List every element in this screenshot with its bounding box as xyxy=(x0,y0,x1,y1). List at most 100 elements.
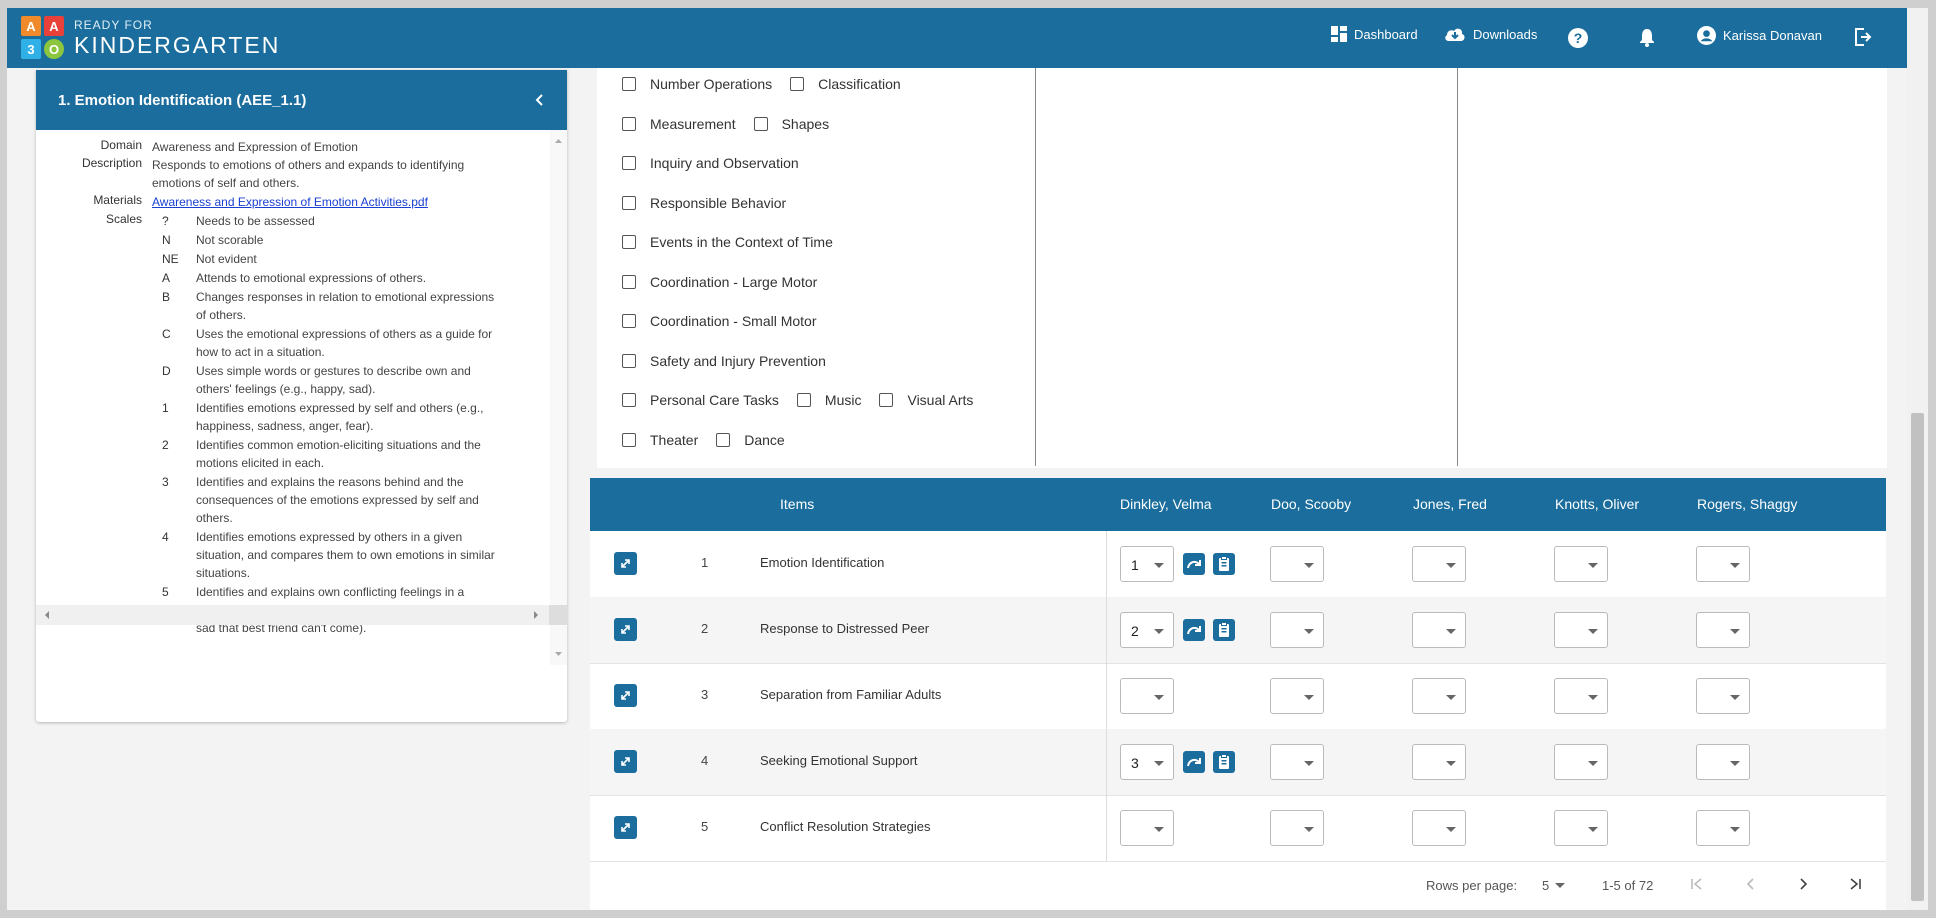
copy-score-button[interactable] xyxy=(1183,553,1205,575)
score-select[interactable] xyxy=(1554,678,1608,714)
filter-checkbox[interactable] xyxy=(622,235,636,249)
score-select[interactable] xyxy=(1270,744,1324,780)
filter-checkbox[interactable] xyxy=(879,393,894,407)
scale-description-line: Changes responses in relation to emotion… xyxy=(196,290,495,304)
filter-label[interactable]: Dance xyxy=(744,432,784,448)
page-scrollbar-thumb[interactable] xyxy=(1911,413,1924,901)
filter-label[interactable]: Events in the Context of Time xyxy=(650,234,833,250)
expand-item-button[interactable] xyxy=(614,816,637,839)
help-button[interactable]: ? xyxy=(1568,28,1595,48)
filter-checkbox[interactable] xyxy=(622,314,636,328)
expand-item-button[interactable] xyxy=(614,684,637,707)
student-column-header[interactable]: Knotts, Oliver xyxy=(1555,496,1639,512)
score-select[interactable] xyxy=(1554,546,1608,582)
score-select[interactable] xyxy=(1270,546,1324,582)
evidence-button[interactable] xyxy=(1213,619,1235,641)
student-column-header[interactable]: Jones, Fred xyxy=(1413,496,1487,512)
score-select[interactable] xyxy=(1696,678,1750,714)
notifications-button[interactable] xyxy=(1639,28,1662,47)
rows-per-page-select[interactable]: 5 xyxy=(1542,878,1566,893)
score-select[interactable]: 1 xyxy=(1120,546,1174,582)
score-select[interactable] xyxy=(1412,678,1466,714)
next-page-icon[interactable] xyxy=(1796,877,1810,891)
filter-label[interactable]: Safety and Injury Prevention xyxy=(650,353,826,369)
expand-item-button[interactable] xyxy=(614,552,637,575)
score-select[interactable]: 3 xyxy=(1120,744,1174,780)
scale-description-line: happiness, sadness, anger, fear). xyxy=(196,419,374,433)
score-select[interactable] xyxy=(1120,810,1174,846)
first-page-icon[interactable] xyxy=(1690,877,1704,891)
score-select[interactable] xyxy=(1120,678,1174,714)
scroll-left-icon[interactable] xyxy=(40,605,54,625)
assessment-table: Items Dinkley, Velma Doo, Scooby Jones, … xyxy=(590,478,1886,910)
score-select[interactable] xyxy=(1554,810,1608,846)
filter-checkbox[interactable] xyxy=(622,353,636,368)
caret-down-icon xyxy=(1446,695,1456,700)
score-select[interactable] xyxy=(1412,810,1466,846)
score-select[interactable] xyxy=(1696,810,1750,846)
user-menu[interactable]: Karissa Donavan xyxy=(1697,26,1822,45)
filter-checkbox[interactable] xyxy=(622,393,636,407)
copy-score-button[interactable] xyxy=(1183,751,1205,773)
student-column-header[interactable]: Dinkley, Velma xyxy=(1120,496,1212,512)
filter-label[interactable]: Measurement xyxy=(650,116,736,132)
previous-page-icon[interactable] xyxy=(1744,877,1758,891)
copy-score-button[interactable] xyxy=(1183,619,1205,641)
nav-dashboard[interactable]: Dashboard xyxy=(1331,26,1418,42)
filter-label[interactable]: Number Operations xyxy=(650,76,772,92)
filter-label[interactable]: Visual Arts xyxy=(907,392,973,408)
page-scrollbar[interactable] xyxy=(1907,8,1928,910)
student-column-header[interactable]: Rogers, Shaggy xyxy=(1697,496,1797,512)
filter-label[interactable]: Responsible Behavior xyxy=(650,195,786,211)
score-select[interactable] xyxy=(1270,678,1324,714)
filter-label[interactable]: Theater xyxy=(650,432,698,448)
score-select[interactable] xyxy=(1554,612,1608,648)
score-value: 3 xyxy=(1131,755,1139,771)
filter-checkbox[interactable] xyxy=(716,432,731,447)
app-logo[interactable]: A A 3 O READY FOR KINDERGARTEN xyxy=(21,16,280,59)
score-select[interactable]: 2 xyxy=(1120,612,1174,648)
score-select[interactable] xyxy=(1270,612,1324,648)
filter-label[interactable]: Shapes xyxy=(782,116,829,132)
score-select[interactable] xyxy=(1696,612,1750,648)
filter-label[interactable]: Personal Care Tasks xyxy=(650,392,779,408)
filter-checkbox[interactable] xyxy=(622,116,636,131)
filter-label[interactable]: Classification xyxy=(818,76,900,92)
score-select[interactable] xyxy=(1412,612,1466,648)
filter-checkbox[interactable] xyxy=(753,116,768,131)
evidence-button[interactable] xyxy=(1213,751,1235,773)
panel-horizontal-scrollbar[interactable] xyxy=(36,605,567,625)
score-select[interactable] xyxy=(1412,744,1466,780)
caret-down-icon xyxy=(1588,629,1598,634)
filter-checkbox[interactable] xyxy=(622,77,636,91)
materials-link[interactable]: Awareness and Expression of Emotion Acti… xyxy=(152,195,428,209)
score-select[interactable] xyxy=(1412,546,1466,582)
panel-vertical-scrollbar[interactable] xyxy=(550,130,567,665)
scroll-down-icon[interactable] xyxy=(550,647,567,661)
filter-label[interactable]: Inquiry and Observation xyxy=(650,155,799,171)
filter-label[interactable]: Coordination - Large Motor xyxy=(650,274,817,290)
expand-item-button[interactable] xyxy=(614,618,637,641)
nav-downloads[interactable]: Downloads xyxy=(1444,26,1537,42)
scroll-up-icon[interactable] xyxy=(550,134,567,148)
expand-item-button[interactable] xyxy=(614,750,637,773)
score-select[interactable] xyxy=(1554,744,1608,780)
student-column-header[interactable]: Doo, Scooby xyxy=(1271,496,1351,512)
chevron-left-icon[interactable] xyxy=(535,93,545,107)
clipboard-icon xyxy=(1219,754,1229,769)
score-select[interactable] xyxy=(1696,744,1750,780)
logout-button[interactable] xyxy=(1854,28,1879,46)
score-select[interactable] xyxy=(1696,546,1750,582)
filter-checkbox[interactable] xyxy=(796,393,811,407)
filter-checkbox[interactable] xyxy=(622,432,636,447)
filter-label[interactable]: Coordination - Small Motor xyxy=(650,313,817,329)
filter-checkbox[interactable] xyxy=(790,77,805,91)
evidence-button[interactable] xyxy=(1213,553,1235,575)
filter-checkbox[interactable] xyxy=(622,195,636,210)
filter-checkbox[interactable] xyxy=(622,274,636,289)
scroll-right-icon[interactable] xyxy=(529,605,543,625)
last-page-icon[interactable] xyxy=(1848,877,1862,891)
filter-checkbox[interactable] xyxy=(622,156,636,170)
filter-label[interactable]: Music xyxy=(825,392,862,408)
score-select[interactable] xyxy=(1270,810,1324,846)
